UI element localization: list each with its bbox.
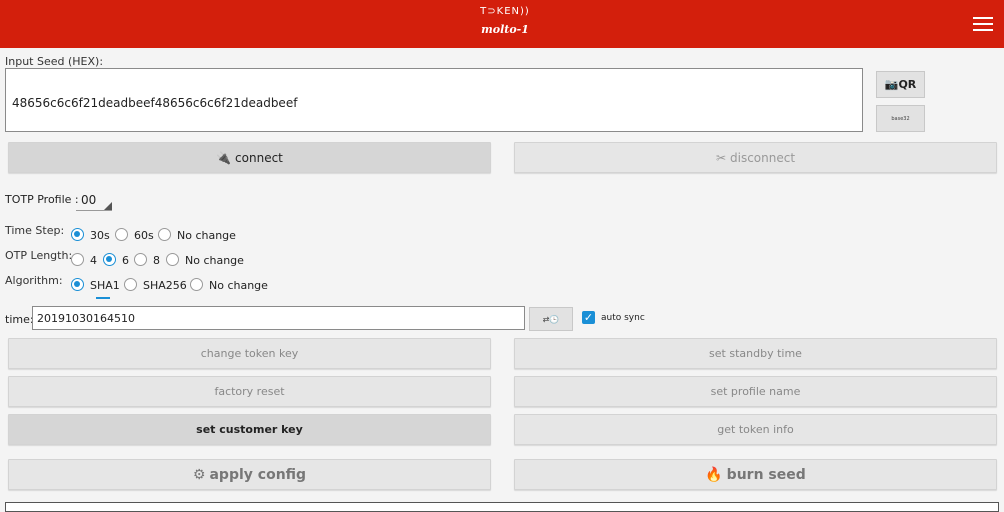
set-profile-name-label: set profile name (710, 385, 801, 398)
otp-length-8-radio[interactable] (134, 253, 147, 266)
change-token-key-label: change token key (200, 347, 299, 360)
connect-icon: 🔌 (216, 150, 232, 165)
totp-profile-select[interactable]: 00 (76, 190, 112, 211)
set-customer-key-label: set customer key (196, 423, 303, 436)
connect-label: connect (235, 150, 283, 165)
get-token-info-button[interactable]: get token info (514, 414, 997, 445)
otp-length-nochange-label: No change (185, 254, 244, 267)
time-step-30s-label: 30s (90, 229, 110, 242)
get-token-info-label: get token info (717, 423, 794, 436)
apply-config-label: apply config (209, 466, 307, 483)
auto-sync-label: auto sync (601, 313, 645, 323)
otp-length-6-label: 6 (122, 254, 129, 267)
seed-value: 48656c6c6f21deadbeef48656c6c6f21deadbeef (12, 96, 298, 110)
time-label: time: (5, 313, 34, 326)
hamburger-menu-icon[interactable] (973, 17, 993, 33)
connect-button[interactable]: 🔌 connect (8, 142, 491, 173)
time-step-nochange-radio[interactable] (158, 228, 171, 241)
algorithm-label: Algorithm: (5, 274, 63, 287)
algorithm-nochange-label: No change (209, 279, 268, 292)
seed-label: Input Seed (HEX): (5, 55, 104, 68)
otp-length-6-radio[interactable] (103, 253, 116, 266)
otp-length-8-label: 8 (153, 254, 160, 267)
algorithm-nochange-radio[interactable] (190, 278, 203, 291)
disconnect-icon: ✂ (715, 150, 726, 165)
factory-reset-label: factory reset (214, 385, 285, 398)
apply-config-button[interactable]: ⚙ apply config (8, 459, 491, 490)
algorithm-sha1-label: SHA1 (90, 279, 120, 292)
set-standby-time-button[interactable]: set standby time (514, 338, 997, 369)
app-header: T⊃KEN)) molto-1 (0, 0, 1004, 48)
time-step-60s-label: 60s (134, 229, 154, 242)
time-step-label: Time Step: (5, 224, 65, 237)
set-profile-name-button[interactable]: set profile name (514, 376, 997, 407)
gear-icon: ⚙ (192, 466, 206, 483)
selection-underline (96, 297, 110, 299)
burn-seed-button[interactable]: 🔥 burn seed (514, 459, 997, 490)
time-input[interactable]: 20191030164510 (32, 306, 525, 330)
qr-button-label: QR (898, 78, 917, 91)
auto-sync-checkbox[interactable]: ✓ (582, 311, 595, 324)
algorithm-sha256-label: SHA256 (143, 279, 187, 292)
algorithm-sha256-radio[interactable] (124, 278, 137, 291)
change-token-key-button[interactable]: change token key (8, 338, 491, 369)
otp-length-4-radio[interactable] (71, 253, 84, 266)
base32-button-label: base32 (891, 116, 910, 122)
set-standby-time-label: set standby time (709, 347, 802, 360)
totp-profile-value: 00 (81, 193, 97, 207)
time-step-60s-radio[interactable] (115, 228, 128, 241)
sync-clock-icon: ⇄🕒 (542, 315, 560, 324)
totp-profile-label: TOTP Profile : (5, 193, 79, 206)
time-step-30s-radio[interactable] (71, 228, 84, 241)
dropdown-triangle-icon (104, 202, 112, 210)
camera-icon: 📷 (884, 78, 899, 91)
app-logo: T⊃KEN)) molto-1 (470, 6, 540, 42)
time-value: 20191030164510 (37, 312, 135, 325)
flame-icon: 🔥 (705, 466, 723, 483)
algorithm-sha1-radio[interactable] (71, 278, 84, 291)
otp-length-label: OTP Length: (5, 249, 73, 262)
set-customer-key-button[interactable]: set customer key (8, 414, 491, 445)
time-step-nochange-label: No change (177, 229, 236, 242)
disconnect-label: disconnect (730, 150, 796, 165)
disconnect-button[interactable]: ✂ disconnect (514, 142, 997, 173)
factory-reset-button[interactable]: factory reset (8, 376, 491, 407)
log-output-area (5, 502, 999, 512)
base32-button[interactable]: base32 (876, 105, 925, 132)
burn-seed-label: burn seed (726, 466, 806, 483)
logo-text-top: T⊃KEN)) (480, 6, 530, 17)
seed-input[interactable]: 48656c6c6f21deadbeef48656c6c6f21deadbeef (5, 68, 863, 132)
otp-length-4-label: 4 (90, 254, 97, 267)
otp-length-nochange-radio[interactable] (166, 253, 179, 266)
qr-button[interactable]: 📷QR (876, 71, 925, 98)
time-sync-button[interactable]: ⇄🕒 (529, 307, 573, 331)
logo-text-bottom: molto-1 (481, 23, 529, 36)
